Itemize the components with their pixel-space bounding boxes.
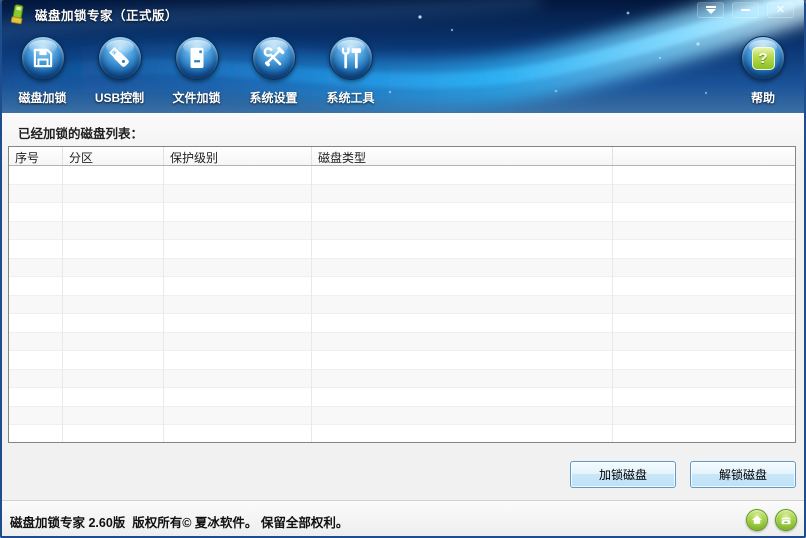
- toolbar-item-system-tools[interactable]: 系统工具: [312, 36, 389, 106]
- toolbar-item-disk-lock[interactable]: 磁盘加锁: [4, 36, 81, 106]
- column-header-empty: [613, 147, 795, 165]
- minimize-button[interactable]: [732, 2, 759, 18]
- table-body: [9, 166, 795, 442]
- table-row[interactable]: [9, 314, 795, 333]
- copyright-text: 磁盘加锁专家 2.60版 版权所有© 夏冰软件。 保留全部权利。: [10, 516, 349, 530]
- toolbar-label: 系统设置: [249, 91, 298, 105]
- table-row[interactable]: [9, 369, 795, 388]
- file-icon: [174, 36, 219, 80]
- table-row[interactable]: [9, 240, 795, 259]
- title-bar: 磁盘加锁专家（正式版） ✕: [0, 0, 806, 28]
- table-header: 序号 分区 保护级别 磁盘类型: [9, 147, 795, 166]
- settings-tools-icon: [251, 36, 296, 80]
- toolbar-item-file-lock[interactable]: 文件加锁: [158, 36, 235, 106]
- table-row[interactable]: [9, 184, 795, 203]
- locked-disk-list-label: 已经加锁的磁盘列表：: [18, 127, 144, 141]
- table-row[interactable]: [9, 406, 795, 425]
- column-header-disk-type: 磁盘类型: [312, 147, 613, 165]
- table-row[interactable]: [9, 295, 795, 314]
- app-logo-icon: [10, 4, 24, 25]
- app-window: 磁盘加锁专家（正式版） ✕ 磁盘加锁 USB控制 文件加锁 系统设置 系统工具 …: [0, 0, 806, 538]
- question-icon: ?: [741, 36, 785, 80]
- table-row[interactable]: [9, 277, 795, 296]
- toolbar-label: 系统工具: [326, 91, 375, 105]
- window-title: 磁盘加锁专家（正式版）: [35, 8, 179, 23]
- tray-arrow-icon: [705, 6, 716, 14]
- main-toolbar: 磁盘加锁 USB控制 文件加锁 系统设置 系统工具: [4, 36, 389, 106]
- table-row[interactable]: [9, 388, 795, 407]
- wrench-hammer-icon: [328, 36, 373, 80]
- floppy-disk-icon: [20, 36, 65, 80]
- toolbar-label: 磁盘加锁: [18, 91, 67, 105]
- table-row[interactable]: [9, 351, 795, 370]
- top-banner: 磁盘加锁专家（正式版） ✕ 磁盘加锁 USB控制 文件加锁 系统设置 系统工具 …: [0, 0, 806, 113]
- table-row[interactable]: [9, 166, 795, 185]
- minimize-icon: [741, 9, 750, 11]
- lock-disk-button[interactable]: 加锁磁盘: [570, 461, 676, 488]
- locked-disk-table: 序号 分区 保护级别 磁盘类型: [8, 146, 796, 443]
- table-row[interactable]: [9, 258, 795, 277]
- column-header-protection-level: 保护级别: [164, 147, 312, 165]
- unlock-disk-button[interactable]: 解锁磁盘: [690, 461, 796, 488]
- usb-drive-icon: [97, 36, 142, 80]
- table-row[interactable]: [9, 425, 795, 442]
- status-icons: [746, 509, 797, 531]
- window-controls: ✕: [697, 2, 794, 18]
- table-row[interactable]: [9, 221, 795, 240]
- toolbar-item-help[interactable]: ? 帮助: [723, 36, 803, 106]
- column-header-index: 序号: [9, 147, 63, 165]
- column-header-partition: 分区: [63, 147, 164, 165]
- toolbar-item-usb-control[interactable]: USB控制: [81, 36, 158, 106]
- close-button[interactable]: ✕: [767, 2, 794, 18]
- tray-button[interactable]: [697, 2, 724, 18]
- toolbar-item-system-settings[interactable]: 系统设置: [235, 36, 312, 106]
- toolbar-label: USB控制: [94, 91, 145, 105]
- close-icon: ✕: [775, 3, 786, 16]
- table-row[interactable]: [9, 332, 795, 351]
- phone-icon[interactable]: [775, 509, 797, 531]
- toolbar-label: 文件加锁: [172, 91, 221, 105]
- table-row[interactable]: [9, 203, 795, 222]
- home-icon[interactable]: [746, 509, 768, 531]
- main-content: 已经加锁的磁盘列表： 序号 分区 保护级别 磁盘类型 加锁磁盘 解锁磁盘: [0, 113, 806, 500]
- toolbar-label: 帮助: [750, 91, 775, 105]
- status-bar: 磁盘加锁专家 2.60版 版权所有© 夏冰软件。 保留全部权利。: [0, 500, 806, 538]
